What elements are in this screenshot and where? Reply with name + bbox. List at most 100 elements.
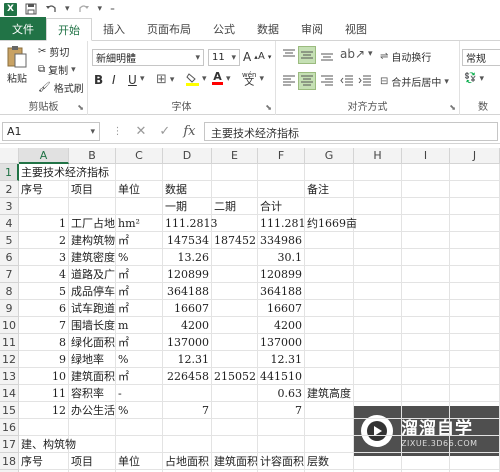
cell-e2[interactable] [212,181,258,198]
cell-e4[interactable] [212,215,258,232]
cell-h11[interactable] [354,334,402,351]
font-launcher-icon[interactable]: ⬊ [265,103,272,112]
copy-dropdown-icon[interactable]: ▾ [71,65,76,75]
cell-h4[interactable] [354,215,402,232]
cell-h3[interactable] [354,198,402,215]
cell-j18[interactable] [450,453,500,470]
cell-d9[interactable]: 16607 [163,300,212,317]
cell-j3[interactable] [450,198,500,215]
row-header-1[interactable]: 1 [0,164,19,181]
cell-a16[interactable] [19,419,69,436]
row-header-9[interactable]: 9 [0,300,19,317]
cell-e10[interactable] [212,317,258,334]
cell-f14[interactable]: 0.63 [258,385,305,402]
cell-a18[interactable]: 序号 [19,453,69,470]
cell-g16[interactable] [305,419,354,436]
cell-h13[interactable] [354,368,402,385]
borders-button[interactable]: ⊞ ▾ [156,72,174,87]
cell-e13[interactable]: 215052 [212,368,258,385]
row-header-7[interactable]: 7 [0,266,19,283]
cell-j4[interactable] [450,215,500,232]
cell-i15[interactable] [402,402,450,419]
cell-c5[interactable]: ㎡ [116,232,163,249]
cell-b3[interactable] [69,198,116,215]
cell-b7[interactable]: 道路及广场 [69,266,116,283]
cell-h12[interactable] [354,351,402,368]
cell-a1[interactable]: 主要技术经济指标 [19,164,109,181]
cell-d2[interactable]: 数据 [163,181,212,198]
cell-a4[interactable]: 1 [19,215,69,232]
cell-c9[interactable]: ㎡ [116,300,163,317]
cell-a7[interactable]: 4 [19,266,69,283]
cell-a12[interactable]: 9 [19,351,69,368]
cell-f3[interactable]: 合计 [258,198,305,215]
tab-home[interactable]: 开始 [46,18,92,41]
enter-icon[interactable]: ✓ [159,124,170,139]
cell-i7[interactable] [402,266,450,283]
cell-i6[interactable] [402,249,450,266]
cell-e1[interactable] [212,164,258,181]
cell-e11[interactable] [212,334,258,351]
font-name-select[interactable]: 新細明體 ▾ [92,49,204,66]
cell-a3[interactable] [19,198,69,215]
cell-a9[interactable]: 6 [19,300,69,317]
cell-j7[interactable] [450,266,500,283]
cancel-icon[interactable]: ✕ [136,124,147,139]
cell-h17[interactable] [354,436,402,453]
underline-dropdown-icon[interactable]: ▾ [140,74,145,84]
cell-h14[interactable] [354,385,402,402]
insert-function-icon[interactable]: fx [183,124,195,139]
cell-f1[interactable] [258,164,305,181]
name-box[interactable]: A1 ▾ [2,122,100,141]
cell-h8[interactable] [354,283,402,300]
cell-i18[interactable] [402,453,450,470]
cell-b16[interactable] [69,419,116,436]
cell-j9[interactable] [450,300,500,317]
cell-e16[interactable] [212,419,258,436]
formula-input[interactable]: 主要技术经济指标 [204,122,498,141]
cell-j15[interactable] [450,402,500,419]
column-header-a[interactable]: A [19,148,69,164]
cell-f15[interactable]: 7 [258,402,305,419]
cell-b2[interactable]: 项目 [69,181,116,198]
cell-d13[interactable]: 226458 [163,368,212,385]
cell-j11[interactable] [450,334,500,351]
italic-button[interactable]: I [112,73,116,87]
row-header-8[interactable]: 8 [0,283,19,300]
cell-h2[interactable] [354,181,402,198]
cell-c14[interactable]: - [116,385,163,402]
cell-i11[interactable] [402,334,450,351]
row-header-5[interactable]: 5 [0,232,19,249]
tab-file[interactable]: 文件 [0,17,46,40]
phonetic-button[interactable]: wén 文 ▾ [242,71,264,88]
column-header-d[interactable]: D [163,148,212,164]
cell-i14[interactable] [402,385,450,402]
align-bottom-icon[interactable] [320,49,334,61]
cell-j6[interactable] [450,249,500,266]
cell-i13[interactable] [402,368,450,385]
row-header-2[interactable]: 2 [0,181,19,198]
cell-c7[interactable]: ㎡ [116,266,163,283]
format-painter-button[interactable]: 🖌 格式刷 [38,80,84,95]
cell-f4[interactable]: 111.2813 [258,215,305,232]
cell-h6[interactable] [354,249,402,266]
cell-d15[interactable]: 7 [163,402,212,419]
save-icon[interactable] [25,3,37,15]
cell-e5[interactable]: 187452 [212,232,258,249]
cell-i4[interactable] [402,215,450,232]
cell-j5[interactable] [450,232,500,249]
copy-button[interactable]: ⧉ 复制 ▾ [38,62,76,77]
wrap-text-button[interactable]: ⇌ 自动换行 [380,49,431,64]
cell-a13[interactable]: 10 [19,368,69,385]
cell-d3[interactable]: 一期 [163,198,212,215]
cell-e6[interactable] [212,249,258,266]
cell-a10[interactable]: 7 [19,317,69,334]
cell-i17[interactable] [402,436,450,453]
cell-g15[interactable] [305,402,354,419]
cell-d5[interactable]: 147534 [163,232,212,249]
cell-d18[interactable]: 占地面积 [163,453,212,470]
cell-j12[interactable] [450,351,500,368]
cell-c4[interactable]: hm² [116,215,163,232]
cell-h10[interactable] [354,317,402,334]
cell-i2[interactable] [402,181,450,198]
